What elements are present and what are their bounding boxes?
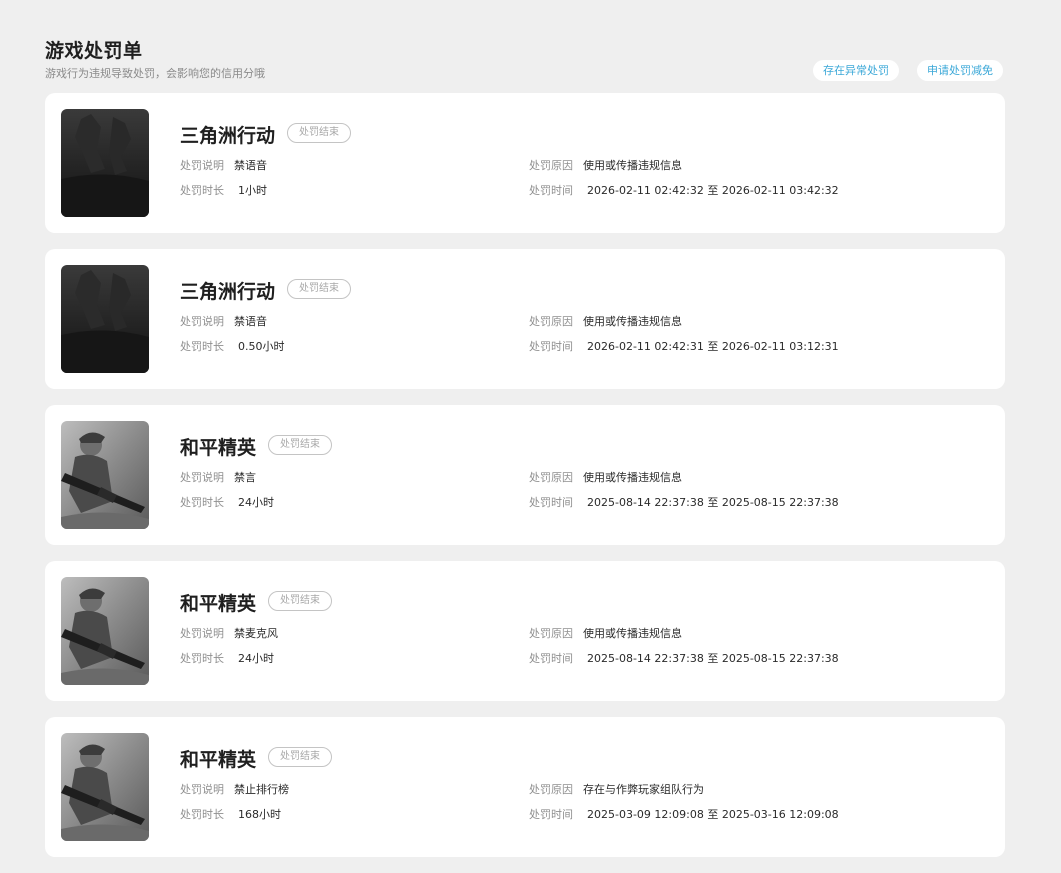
penalty-duration-field: 处罚时长 24小时 [180, 494, 274, 510]
penalty-duration-value: 24小时 [238, 652, 274, 665]
penalty-desc-value: 禁麦克风 [234, 627, 278, 640]
penalty-reason-field: 处罚原因 使用或传播违规信息 [529, 157, 682, 173]
penalty-time-value: 2025-03-09 12:09:08 至 2025-03-16 12:09:0… [587, 808, 839, 821]
penalty-card[interactable]: 和平精英 处罚结束 处罚说明 禁麦克风 处罚时长 24小时 处罚原因 使用或传播违规信… [45, 561, 1005, 701]
penalty-time-field: 处罚时间 2026-02-11 02:42:31 至 2026-02-11 03:… [529, 338, 839, 354]
penalty-desc-label: 处罚说明 [180, 315, 224, 328]
penalty-desc-field: 处罚说明 禁麦克风 [180, 625, 278, 641]
game-cover-image [61, 109, 149, 217]
penalty-duration-label: 处罚时长 [180, 496, 224, 509]
penalty-card[interactable]: 三角洲行动 处罚结束 处罚说明 禁语音 处罚时长 1小时 处罚原因 使用或传播违规信息… [45, 93, 1005, 233]
penalty-time-field: 处罚时间 2026-02-11 02:42:32 至 2026-02-11 03:… [529, 182, 839, 198]
penalty-duration-field: 处罚时长 24小时 [180, 650, 274, 666]
status-badge: 处罚结束 [287, 123, 351, 143]
game-name: 和平精英 [180, 749, 257, 771]
penalty-duration-label: 处罚时长 [180, 184, 224, 197]
penalty-reason-label: 处罚原因 [529, 471, 573, 484]
penalty-desc-field: 处罚说明 禁言 [180, 469, 256, 485]
game-name: 三角洲行动 [180, 281, 276, 303]
apply-penalty-reduction-button[interactable]: 申请处罚减免 [917, 60, 1003, 81]
penalty-list: 三角洲行动 处罚结束 处罚说明 禁语音 处罚时长 1小时 处罚原因 使用或传播违规信息… [45, 93, 1005, 873]
penalty-reason-label: 处罚原因 [529, 159, 573, 172]
penalty-duration-value: 1小时 [238, 184, 267, 197]
penalty-duration-field: 处罚时长 1小时 [180, 182, 267, 198]
penalty-reason-value: 使用或传播违规信息 [583, 471, 682, 484]
game-name: 和平精英 [180, 437, 257, 459]
game-cover-image [61, 421, 149, 529]
page-title: 游戏处罚单 [45, 40, 143, 62]
penalty-reason-value: 使用或传播违规信息 [583, 159, 682, 172]
penalty-desc-value: 禁语音 [234, 159, 267, 172]
delta-force-cover-icon [61, 109, 149, 217]
penalty-desc-field: 处罚说明 禁语音 [180, 157, 267, 173]
penalty-time-label: 处罚时间 [529, 340, 573, 353]
peace-elite-cover-icon [61, 577, 149, 685]
penalty-card[interactable]: 三角洲行动 处罚结束 处罚说明 禁语音 处罚时长 0.50小时 处罚原因 使用或传播违… [45, 249, 1005, 389]
penalty-time-value: 2025-08-14 22:37:38 至 2025-08-15 22:37:3… [587, 652, 839, 665]
penalty-time-value: 2025-08-14 22:37:38 至 2025-08-15 22:37:3… [587, 496, 839, 509]
penalty-reason-field: 处罚原因 使用或传播违规信息 [529, 313, 682, 329]
penalty-reason-label: 处罚原因 [529, 315, 573, 328]
penalty-desc-field: 处罚说明 禁语音 [180, 313, 267, 329]
page-header: 游戏处罚单 游戏行为违规导致处罚，会影响您的信用分哦 存在异常处罚 申请处罚减免 [45, 36, 1005, 84]
penalty-time-value: 2026-02-11 02:42:31 至 2026-02-11 03:12:3… [587, 340, 839, 353]
penalty-duration-label: 处罚时长 [180, 652, 224, 665]
status-badge: 处罚结束 [287, 279, 351, 299]
penalty-time-value: 2026-02-11 02:42:32 至 2026-02-11 03:42:3… [587, 184, 839, 197]
penalty-duration-value: 24小时 [238, 496, 274, 509]
penalty-desc-label: 处罚说明 [180, 783, 224, 796]
penalty-desc-field: 处罚说明 禁止排行榜 [180, 781, 289, 797]
penalty-reason-field: 处罚原因 使用或传播违规信息 [529, 625, 682, 641]
status-badge: 处罚结束 [268, 747, 332, 767]
penalty-duration-value: 168小时 [238, 808, 281, 821]
peace-elite-cover-icon [61, 421, 149, 529]
penalty-desc-label: 处罚说明 [180, 627, 224, 640]
penalty-reason-value: 使用或传播违规信息 [583, 627, 682, 640]
peace-elite-cover-icon [61, 733, 149, 841]
penalty-desc-value: 禁止排行榜 [234, 783, 289, 796]
penalty-card[interactable]: 和平精英 处罚结束 处罚说明 禁言 处罚时长 24小时 处罚原因 使用或传播违规信息 … [45, 405, 1005, 545]
status-badge: 处罚结束 [268, 435, 332, 455]
game-cover-image [61, 577, 149, 685]
penalty-time-field: 处罚时间 2025-03-09 12:09:08 至 2025-03-16 12:… [529, 806, 839, 822]
penalty-time-label: 处罚时间 [529, 184, 573, 197]
game-name: 和平精英 [180, 593, 257, 615]
penalty-duration-value: 0.50小时 [238, 340, 285, 353]
penalty-duration-label: 处罚时长 [180, 340, 224, 353]
delta-force-cover-icon [61, 265, 149, 373]
penalty-duration-label: 处罚时长 [180, 808, 224, 821]
penalty-time-label: 处罚时间 [529, 496, 573, 509]
penalty-desc-value: 禁语音 [234, 315, 267, 328]
report-abnormal-penalty-button[interactable]: 存在异常处罚 [813, 60, 899, 81]
penalty-duration-field: 处罚时长 168小时 [180, 806, 281, 822]
penalty-time-field: 处罚时间 2025-08-14 22:37:38 至 2025-08-15 22:… [529, 494, 839, 510]
penalty-reason-label: 处罚原因 [529, 783, 573, 796]
penalty-desc-value: 禁言 [234, 471, 256, 484]
game-cover-image [61, 265, 149, 373]
penalty-reason-field: 处罚原因 使用或传播违规信息 [529, 469, 682, 485]
game-name: 三角洲行动 [180, 125, 276, 147]
status-badge: 处罚结束 [268, 591, 332, 611]
penalty-reason-label: 处罚原因 [529, 627, 573, 640]
penalty-time-label: 处罚时间 [529, 652, 573, 665]
penalty-time-label: 处罚时间 [529, 808, 573, 821]
penalty-duration-field: 处罚时长 0.50小时 [180, 338, 285, 354]
game-cover-image [61, 733, 149, 841]
penalty-reason-field: 处罚原因 存在与作弊玩家组队行为 [529, 781, 704, 797]
penalty-card[interactable]: 和平精英 处罚结束 处罚说明 禁止排行榜 处罚时长 168小时 处罚原因 存在与作弊玩… [45, 717, 1005, 857]
penalty-reason-value: 使用或传播违规信息 [583, 315, 682, 328]
page-subtitle: 游戏行为违规导致处罚，会影响您的信用分哦 [45, 67, 265, 80]
penalty-desc-label: 处罚说明 [180, 471, 224, 484]
penalty-reason-value: 存在与作弊玩家组队行为 [583, 783, 704, 796]
penalty-desc-label: 处罚说明 [180, 159, 224, 172]
penalty-time-field: 处罚时间 2025-08-14 22:37:38 至 2025-08-15 22:… [529, 650, 839, 666]
